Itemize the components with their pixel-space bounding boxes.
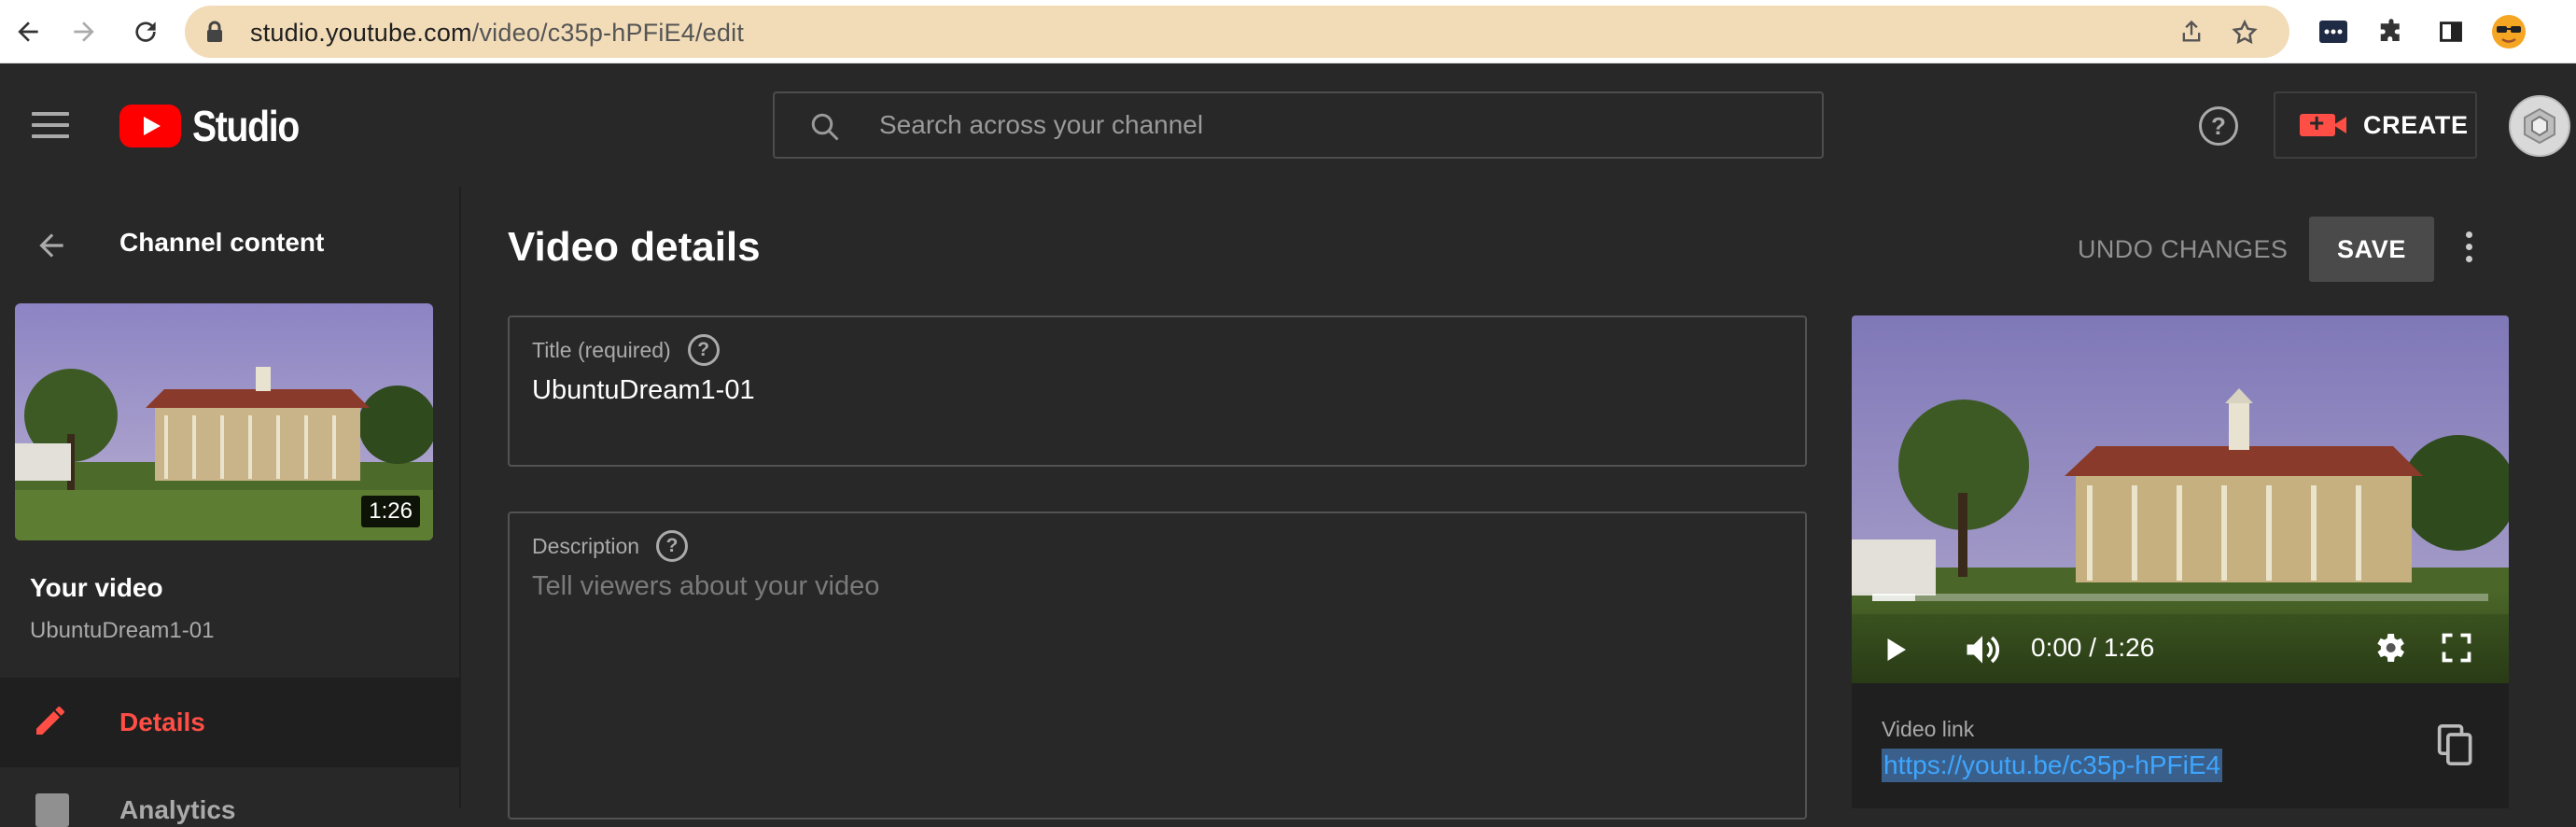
progress-fill	[1872, 594, 1916, 601]
settings-gear-icon[interactable]	[2371, 629, 2408, 671]
side-panel-icon[interactable]	[2430, 11, 2471, 52]
back-to-channel-content[interactable]: Channel content	[0, 187, 461, 302]
youtube-play-icon	[119, 105, 181, 147]
studio-header: Studio ? CREATE	[0, 63, 2576, 187]
description-input[interactable]: Tell viewers about your video	[532, 571, 879, 602]
studio-logo[interactable]: Studio	[119, 101, 317, 151]
video-thumbnail[interactable]: 1:26	[15, 303, 433, 540]
video-link[interactable]: https://youtu.be/c35p-hPFiE4	[1882, 749, 2223, 782]
video-name: UbuntuDream1-01	[30, 618, 215, 643]
pencil-icon	[32, 702, 69, 744]
reload-icon[interactable]	[123, 9, 168, 54]
analytics-icon	[35, 793, 69, 827]
url-text: studio.youtube.com/video/c35p-hPFiE4/edi…	[250, 19, 745, 47]
help-circle-icon[interactable]: ?	[656, 530, 689, 562]
profile-emoji-icon[interactable]	[2488, 11, 2529, 52]
help-icon[interactable]: ?	[2199, 106, 2238, 146]
page-title: Video details	[508, 224, 761, 270]
video-link-label: Video link	[1882, 717, 1975, 741]
share-icon[interactable]	[2178, 19, 2205, 49]
search-input[interactable]	[879, 93, 1794, 157]
back-icon[interactable]	[6, 9, 50, 54]
sidebar: Channel content 1:26 Your video UbuntuDr…	[0, 187, 461, 827]
bookmark-star-icon[interactable]	[2231, 19, 2259, 51]
lock-icon	[205, 21, 224, 48]
play-icon[interactable]	[1878, 633, 1911, 671]
video-player[interactable]: 0:00 / 1:26	[1852, 315, 2509, 683]
volume-icon[interactable]	[1962, 629, 2003, 675]
title-input[interactable]: UbuntuDream1-01	[532, 375, 755, 406]
description-field-label: Description	[532, 533, 640, 558]
sidebar-item-details[interactable]: Details	[0, 678, 461, 767]
undo-changes-button[interactable]: UNDO CHANGES	[2066, 217, 2299, 282]
extensions-puzzle-icon[interactable]	[2371, 11, 2412, 52]
save-button[interactable]: SAVE	[2309, 217, 2434, 282]
copy-icon[interactable]	[2436, 722, 2477, 772]
description-field[interactable]: Description ? Tell viewers about your vi…	[508, 512, 1807, 820]
duration-badge: 1:26	[361, 496, 420, 527]
forward-icon[interactable]	[62, 9, 106, 54]
menu-hamburger-icon[interactable]	[32, 112, 69, 138]
password-manager-icon[interactable]	[2313, 11, 2354, 52]
search-icon	[808, 110, 842, 148]
sidebar-item-analytics[interactable]: Analytics	[0, 767, 461, 827]
channel-avatar[interactable]	[2509, 95, 2570, 157]
create-button[interactable]: CREATE	[2274, 91, 2477, 159]
title-field-label: Title (required)	[532, 337, 671, 362]
arrow-left-icon	[34, 228, 69, 268]
more-options-icon[interactable]	[2455, 231, 2483, 269]
fullscreen-icon[interactable]	[2440, 631, 2473, 669]
browser-toolbar: studio.youtube.com/video/c35p-hPFiE4/edi…	[0, 0, 2576, 63]
channel-search[interactable]	[773, 91, 1824, 159]
address-bar[interactable]: studio.youtube.com/video/c35p-hPFiE4/edi…	[185, 6, 2289, 58]
video-camera-plus-icon	[2300, 108, 2346, 138]
time-display: 0:00 / 1:26	[2031, 633, 2155, 662]
progress-bar[interactable]	[1872, 594, 2488, 601]
your-video-heading: Your video	[30, 573, 163, 602]
title-field[interactable]: Title (required) ? UbuntuDream1-01	[508, 315, 1807, 467]
player-controls	[1852, 590, 2509, 683]
help-circle-icon[interactable]: ?	[687, 334, 720, 366]
video-link-panel: Video link https://youtu.be/c35p-hPFiE4	[1852, 683, 2509, 808]
